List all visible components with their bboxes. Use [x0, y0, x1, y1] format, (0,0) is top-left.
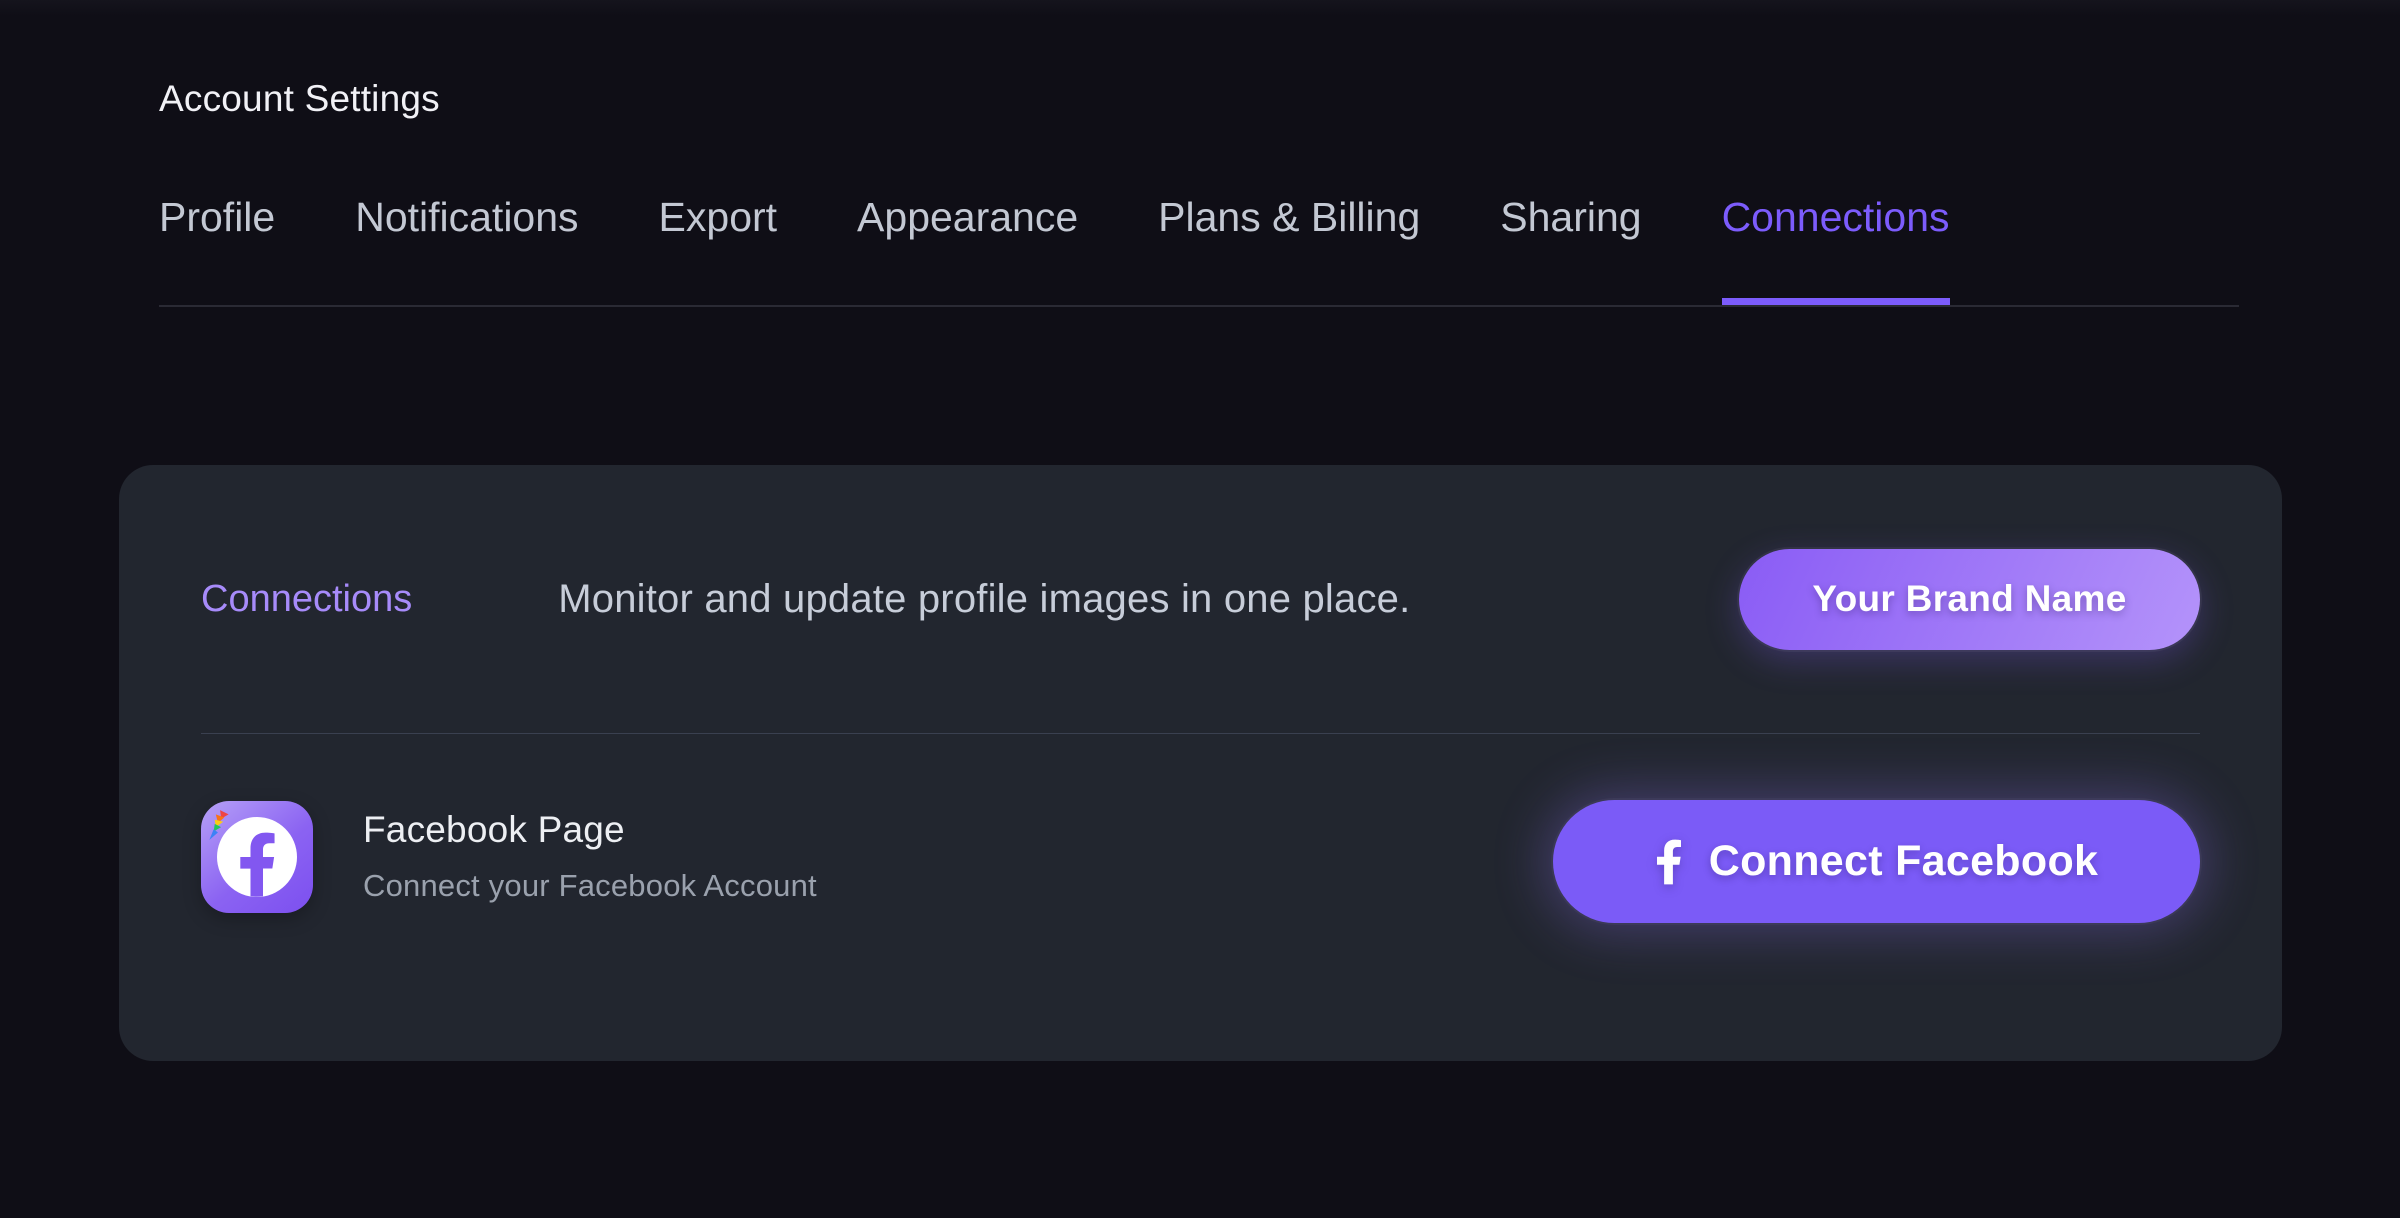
page-title: Account Settings: [159, 80, 2400, 117]
facebook-app-icon: [201, 801, 313, 913]
tab-export[interactable]: Export: [659, 197, 778, 305]
settings-page: Account Settings Profile Notifications E…: [0, 0, 2400, 307]
integration-name: Facebook Page: [363, 811, 817, 848]
tab-connections[interactable]: Connections: [1722, 197, 1950, 305]
facebook-integration-row: Facebook Page Connect your Facebook Acco…: [201, 734, 2200, 1061]
tab-appearance[interactable]: Appearance: [857, 197, 1078, 305]
connections-panel-header: Connections Monitor and update profile i…: [201, 465, 2200, 733]
tab-profile[interactable]: Profile: [159, 197, 275, 305]
facebook-integration-text: Facebook Page Connect your Facebook Acco…: [363, 801, 817, 901]
settings-tab-bar: Profile Notifications Export Appearance …: [159, 197, 2239, 307]
facebook-f-icon: [1655, 838, 1683, 886]
integration-subtitle: Connect your Facebook Account: [363, 870, 817, 901]
tab-plans-billing[interactable]: Plans & Billing: [1158, 197, 1420, 305]
connections-section-label: Connections: [201, 580, 412, 618]
tab-sharing[interactable]: Sharing: [1500, 197, 1641, 305]
brand-name-button[interactable]: Your Brand Name: [1739, 549, 2200, 650]
connections-description: Monitor and update profile images in one…: [558, 579, 1410, 619]
parrot-emoji-icon: [206, 809, 232, 841]
connections-panel: Connections Monitor and update profile i…: [119, 465, 2282, 1061]
brand-name-button-label: Your Brand Name: [1812, 578, 2126, 620]
tab-notifications[interactable]: Notifications: [355, 197, 578, 305]
connect-facebook-button[interactable]: Connect Facebook: [1553, 800, 2200, 923]
connect-facebook-button-label: Connect Facebook: [1709, 837, 2098, 886]
